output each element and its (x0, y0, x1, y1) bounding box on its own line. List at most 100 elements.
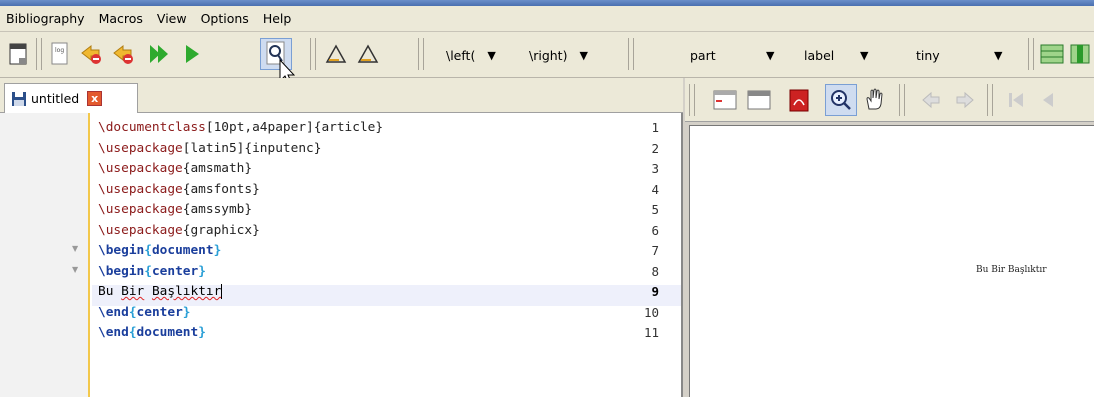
code-line[interactable]: \begin{center} (98, 261, 206, 282)
code-token: \documentclass (98, 120, 206, 135)
code-token: } (213, 243, 222, 258)
code-token: \end (98, 325, 129, 340)
first-page-icon[interactable] (1003, 84, 1031, 116)
fold-toggle-icon[interactable]: ▼ (72, 265, 78, 274)
code-token: [latin5]{inputenc} (182, 140, 322, 156)
toolbar-separator (36, 38, 42, 70)
code-token: \usepackage (98, 161, 183, 176)
zoom-in-icon[interactable] (825, 84, 857, 116)
code-line[interactable]: \end{center} (98, 302, 191, 323)
code-token: Bir (121, 284, 145, 299)
size-dropdown[interactable]: tiny ▼ (916, 42, 1016, 68)
code-token: Bu (98, 284, 122, 299)
code-editor[interactable]: 1 \documentclass[10pt,a4paper]{article} 2 \… (0, 113, 683, 397)
chevron-down-icon: ▼ (766, 48, 775, 62)
code-token: {graphicx} (182, 222, 260, 238)
hand-pan-icon[interactable] (861, 84, 889, 116)
code-token: document (151, 243, 214, 258)
main-toolbar: log \left( ▼ \right) ▼ part ▼ label ▼ ti… (0, 32, 1094, 78)
code-line[interactable]: \begin{document} (98, 240, 221, 261)
code-line[interactable]: \end{document} (98, 322, 206, 343)
code-line[interactable]: \usepackage{amsmath} (98, 158, 252, 179)
line-number: 8 (651, 263, 659, 279)
previous-page-icon[interactable] (917, 84, 945, 116)
line-number-gutter (0, 113, 90, 397)
pdf-icon[interactable] (785, 84, 813, 116)
code-token: \begin (98, 263, 145, 279)
code-token: center (151, 263, 199, 279)
tab-label: untitled (31, 91, 80, 106)
right-delimiter-value: \right) (529, 47, 568, 63)
chevron-down-icon: ▼ (579, 48, 588, 62)
code-line[interactable]: \usepackage{amssymb} (98, 199, 252, 220)
code-line[interactable]: \documentclass[10pt,a4paper]{article} (98, 117, 383, 138)
next-error-icon[interactable] (110, 38, 138, 70)
section-value: part (690, 47, 716, 63)
left-delimiter-dropdown[interactable]: \left( ▼ (446, 42, 496, 68)
quick-build-icon[interactable] (146, 38, 174, 70)
previous-error-icon[interactable] (78, 38, 106, 70)
code-token: \usepackage (98, 222, 183, 238)
code-token: {amsfonts} (182, 181, 260, 197)
line-number: 5 (651, 202, 659, 217)
toolbar-separator (689, 84, 695, 116)
code-line[interactable]: \usepackage[latin5]{inputenc} (98, 138, 321, 159)
size-value: tiny (916, 47, 940, 63)
close-tab-icon[interactable]: x (87, 91, 103, 106)
menu-bibliography[interactable]: Bibliography (6, 11, 85, 26)
page-view-icon[interactable] (745, 84, 773, 116)
triangle-badbox-icon[interactable] (354, 38, 382, 70)
menu-view[interactable]: View (157, 11, 187, 26)
code-token: { (144, 263, 152, 279)
code-token: { (128, 304, 137, 320)
toolbar-separator (1028, 38, 1034, 70)
chevron-down-icon: ▼ (994, 48, 1003, 62)
code-token: \usepackage (98, 202, 183, 217)
menu-bar: Bibliography Macros View Options Help (0, 6, 1094, 32)
right-delimiter-dropdown[interactable]: \right) ▼ (529, 42, 588, 68)
code-line[interactable]: \usepackage{graphicx} (98, 220, 260, 241)
code-token: } (182, 304, 191, 320)
line-number: 10 (643, 304, 659, 320)
code-token: {amsmath} (182, 161, 253, 176)
preview-heading: Bu Bir Başlıktır (976, 265, 1047, 275)
back-icon[interactable] (1035, 84, 1063, 116)
pdf-preview[interactable]: Bu Bir Başlıktır (689, 125, 1094, 397)
table-columns-icon[interactable] (1066, 38, 1094, 70)
toolbar-separator (310, 38, 316, 70)
code-token: } (198, 263, 206, 279)
left-delimiter-value: \left( (446, 47, 476, 63)
line-number: 7 (651, 243, 659, 258)
next-page-icon[interactable] (951, 84, 979, 116)
menu-options[interactable]: Options (201, 11, 249, 26)
code-line[interactable]: Bu Bir Başlıktır (98, 281, 223, 302)
table-icon[interactable] (1038, 38, 1066, 70)
code-token: \begin (98, 243, 145, 258)
menu-help[interactable]: Help (263, 11, 292, 26)
structure-view-icon[interactable] (711, 84, 739, 116)
code-token: center (136, 304, 183, 320)
line-number: 6 (651, 222, 659, 238)
line-number: 4 (651, 181, 659, 197)
fold-toggle-icon[interactable]: ▼ (72, 244, 78, 253)
toolbar-separator (628, 38, 634, 70)
code-token: \end (98, 304, 129, 320)
chevron-down-icon: ▼ (487, 48, 496, 62)
line-number: 9 (651, 284, 659, 299)
code-token: {amssymb} (182, 202, 253, 217)
code-line[interactable]: \usepackage{amsfonts} (98, 179, 260, 200)
svg-text:log: log (55, 47, 64, 54)
code-token: { (128, 325, 137, 340)
section-dropdown[interactable]: part ▼ (690, 42, 780, 68)
triangle-warning-icon[interactable] (322, 38, 350, 70)
menu-macros[interactable]: Macros (99, 11, 143, 26)
label-dropdown[interactable]: label ▼ (804, 42, 884, 68)
line-number: 2 (651, 140, 659, 156)
code-token: document (136, 325, 199, 340)
run-icon[interactable] (178, 38, 206, 70)
tab-untitled[interactable]: untitled x (4, 83, 138, 113)
log-icon[interactable]: log (46, 38, 74, 70)
toolbar-separator (418, 38, 424, 70)
new-file-icon[interactable] (4, 38, 32, 70)
code-token: \usepackage (98, 140, 183, 156)
